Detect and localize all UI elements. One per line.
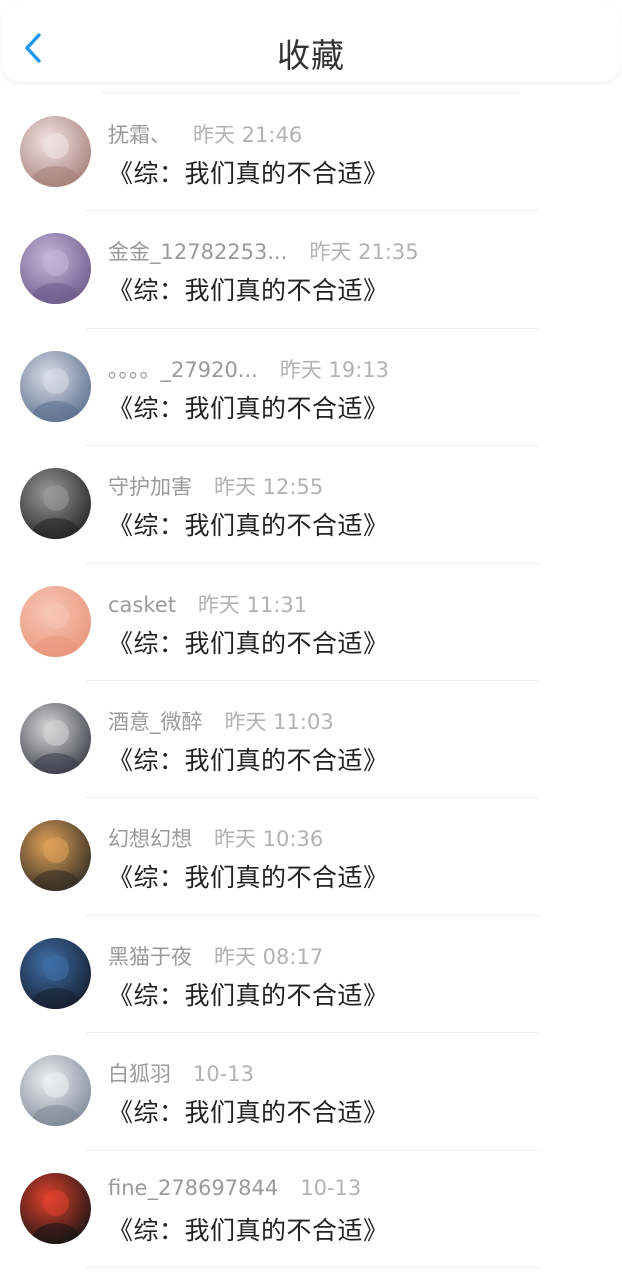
avatar-image — [20, 350, 91, 422]
favorite-list-item[interactable]: 。。。。_27920... 昨天 19:13 《综：我们真的不合适》 — [0, 329, 622, 447]
user-name: 守护加害 — [108, 475, 192, 500]
book-title: 《综：我们真的不合适》 — [108, 276, 389, 306]
avatar-image — [20, 585, 91, 657]
book-title: 《综：我们真的不合适》 — [108, 745, 389, 775]
timestamp: 昨天 12:55 — [214, 475, 324, 500]
item-meta: casket 昨天 11:31 — [108, 589, 307, 617]
timestamp: 昨天 10:36 — [214, 827, 324, 852]
avatar[interactable] — [20, 116, 91, 187]
book-title: 《综：我们真的不合适》 — [108, 1215, 389, 1245]
avatar-image — [20, 116, 91, 187]
avatar[interactable] — [20, 937, 91, 1009]
avatar[interactable] — [20, 468, 91, 540]
avatar[interactable] — [20, 1172, 91, 1244]
favorite-list-item[interactable]: 酒意_微醉 昨天 11:03 《综：我们真的不合适》 — [0, 681, 622, 799]
divider — [102, 92, 520, 93]
user-name: fine_278697844 — [108, 1175, 279, 1200]
avatar[interactable] — [20, 233, 91, 305]
user-name: 酒意_微醉 — [108, 709, 203, 734]
favorite-list-item[interactable]: 守护加害 昨天 12:55 《综：我们真的不合适》 — [0, 446, 622, 564]
avatar-image — [20, 1055, 91, 1127]
avatar-image — [20, 468, 91, 540]
avatar[interactable] — [20, 702, 91, 774]
favorite-list-item[interactable]: 金金_12782253... 昨天 21:35 《综：我们真的不合适》 — [0, 211, 622, 330]
item-meta: 抚霜、 昨天 21:46 — [108, 119, 302, 147]
timestamp: 昨天 21:35 — [309, 240, 419, 265]
book-title: 《综：我们真的不合适》 — [108, 980, 389, 1010]
avatar-image — [20, 937, 91, 1009]
user-name: 白狐羽 — [108, 1062, 171, 1087]
timestamp: 10-13 — [300, 1175, 362, 1200]
book-title: 《综：我们真的不合适》 — [108, 628, 389, 658]
avatar[interactable] — [20, 350, 91, 422]
item-meta: 守护加害 昨天 12:55 — [108, 471, 323, 499]
favorite-list-item[interactable]: 幻想幻想 昨天 10:36 《综：我们真的不合适》 — [0, 798, 622, 917]
user-name: casket — [108, 592, 176, 617]
page-title: 收藏 — [277, 36, 345, 75]
user-name: 。。。。_27920... — [108, 357, 258, 382]
user-name: 金金_12782253... — [108, 240, 288, 265]
avatar-image — [20, 233, 91, 305]
avatar[interactable] — [20, 585, 91, 657]
book-title: 《综：我们真的不合适》 — [108, 159, 389, 188]
favorites-screen: 收藏 抚霜、 昨天 21:46 《综：我们真的不合适》 金金_12782253..… — [0, 0, 622, 1280]
timestamp: 昨天 08:17 — [214, 944, 324, 969]
book-title: 《综：我们真的不合适》 — [108, 863, 389, 893]
item-meta: 。。。。_27920... 昨天 19:13 — [108, 354, 389, 382]
item-meta: fine_278697844 10-13 — [108, 1176, 361, 1204]
book-title: 《综：我们真的不合适》 — [108, 511, 389, 541]
item-meta: 金金_12782253... 昨天 21:35 — [108, 236, 419, 264]
item-meta: 幻想幻想 昨天 10:36 — [108, 823, 323, 851]
top-bar: 收藏 — [2, 2, 620, 82]
timestamp: 昨天 11:31 — [197, 592, 308, 617]
user-name: 黑猫于夜 — [108, 944, 192, 969]
avatar-image — [20, 1172, 91, 1244]
timestamp: 10-13 — [193, 1062, 255, 1087]
favorite-list-item[interactable]: 抚霜、 昨天 21:46 《综：我们真的不合适》 — [0, 94, 622, 212]
favorite-list-item[interactable]: fine_278697844 10-13 《综：我们真的不合适》 — [0, 1151, 622, 1269]
timestamp: 昨天 21:46 — [193, 123, 303, 147]
favorite-list-item[interactable]: 黑猫于夜 昨天 08:17 《综：我们真的不合适》 — [0, 916, 622, 1034]
favorite-list-item[interactable]: casket 昨天 11:31 《综：我们真的不合适》 — [0, 564, 622, 682]
avatar[interactable] — [20, 1055, 91, 1127]
book-title: 《综：我们真的不合适》 — [108, 1098, 389, 1128]
favorite-list-item[interactable]: 白狐羽 10-13 《综：我们真的不合适》 — [0, 1033, 622, 1151]
item-meta: 酒意_微醉 昨天 11:03 — [108, 706, 334, 734]
favorites-list: 抚霜、 昨天 21:46 《综：我们真的不合适》 金金_12782253... 昨天… — [0, 94, 622, 1269]
user-name: 幻想幻想 — [108, 827, 192, 852]
avatar-image — [20, 820, 91, 892]
avatar-image — [20, 702, 91, 774]
user-name: 抚霜、 — [108, 123, 171, 147]
item-meta: 白狐羽 10-13 — [108, 1058, 254, 1086]
timestamp: 昨天 11:03 — [224, 709, 334, 734]
item-meta: 黑猫于夜 昨天 08:17 — [108, 941, 323, 969]
avatar[interactable] — [20, 820, 91, 892]
book-title: 《综：我们真的不合适》 — [108, 393, 389, 423]
timestamp: 昨天 19:13 — [279, 357, 390, 382]
